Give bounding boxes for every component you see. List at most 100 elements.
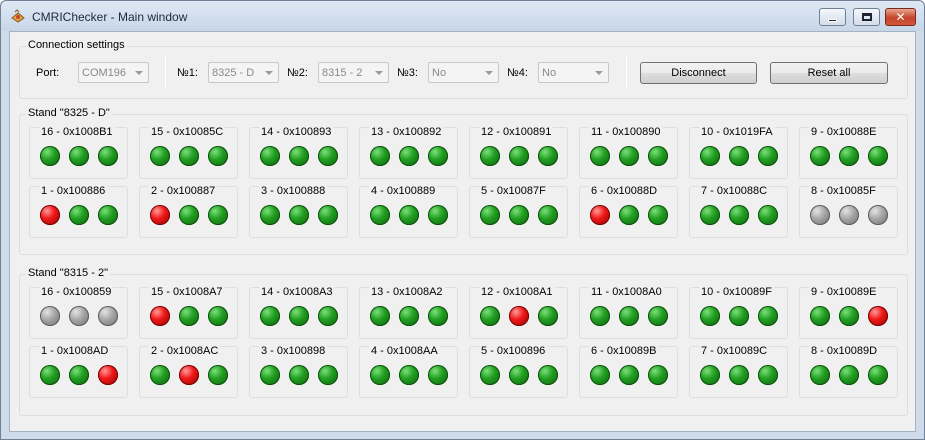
status-led-icon [509, 306, 529, 326]
chevron-down-icon [261, 65, 276, 80]
node-cell: 8 - 0x10089D [799, 345, 898, 398]
status-led-icon [69, 205, 89, 225]
node-cell: 5 - 0x10087F [469, 185, 568, 238]
status-led-icon [729, 205, 749, 225]
status-led-icon [260, 365, 280, 385]
stand-label: Stand "8315 - 2" [26, 267, 110, 279]
status-led-icon [619, 205, 639, 225]
status-led-icon [729, 365, 749, 385]
node-label: 15 - 0x1008A7 [149, 286, 225, 298]
node-cell: 15 - 0x1008A7 [139, 286, 238, 339]
node-label: 16 - 0x1008B1 [39, 126, 115, 138]
client-area: Connection settings Port: COM196 №1: 832… [9, 31, 916, 432]
node-cell: 2 - 0x1008AC [139, 345, 238, 398]
stand-group: Stand "8325 - D" 16 - 0x1008B1 15 - 0x100… [19, 107, 908, 255]
node-cell: 9 - 0x10089E [799, 286, 898, 339]
node-label: 1 - 0x1008AD [39, 345, 111, 357]
status-led-icon [150, 306, 170, 326]
status-led-icon [40, 365, 60, 385]
node-cell: 7 - 0x10088C [689, 185, 788, 238]
stand-label: Stand "8325 - D" [26, 107, 112, 119]
status-led-icon [590, 146, 610, 166]
node-label: 4 - 0x100889 [369, 185, 438, 197]
node-cell: 8 - 0x10085F [799, 185, 898, 238]
chevron-down-icon [371, 65, 386, 80]
reset-all-button[interactable]: Reset all [770, 62, 888, 84]
n1-select[interactable]: 8325 - D [208, 62, 279, 83]
n1-select-value: 8325 - D [212, 67, 255, 79]
status-led-icon [370, 146, 390, 166]
status-led-icon [590, 365, 610, 385]
node-label: 2 - 0x100887 [149, 185, 218, 197]
status-led-icon [758, 365, 778, 385]
close-icon: ✕ [895, 10, 906, 24]
node-label: 7 - 0x10089C [699, 345, 770, 357]
node-cell: 9 - 0x10088E [799, 126, 898, 179]
node-cell: 12 - 0x100891 [469, 126, 568, 179]
status-led-icon [69, 365, 89, 385]
status-led-icon [648, 205, 668, 225]
status-led-icon [399, 205, 419, 225]
status-led-icon [69, 306, 89, 326]
n1-label: №1: [177, 67, 198, 79]
node-cell: 15 - 0x10085C [139, 126, 238, 179]
node-label: 4 - 0x1008AA [369, 345, 440, 357]
status-led-icon [370, 365, 390, 385]
status-led-icon [868, 306, 888, 326]
node-label: 11 - 0x1008A0 [589, 286, 664, 298]
node-cell: 6 - 0x10089B [579, 345, 678, 398]
status-led-icon [839, 146, 859, 166]
status-led-icon [700, 146, 720, 166]
status-led-icon [810, 306, 830, 326]
node-cell: 1 - 0x100886 [29, 185, 128, 238]
status-led-icon [399, 146, 419, 166]
status-led-icon [590, 205, 610, 225]
status-led-icon [208, 306, 228, 326]
n4-select[interactable]: No [538, 62, 609, 83]
node-cell: 5 - 0x100896 [469, 345, 568, 398]
status-led-icon [399, 306, 419, 326]
status-led-icon [260, 146, 280, 166]
node-cell: 2 - 0x100887 [139, 185, 238, 238]
n2-select[interactable]: 8315 - 2 [318, 62, 389, 83]
status-led-icon [150, 146, 170, 166]
node-label: 3 - 0x100888 [259, 185, 328, 197]
window-title: CMRIChecker - Main window [32, 10, 188, 24]
status-led-icon [40, 146, 60, 166]
node-cell: 6 - 0x10088D [579, 185, 678, 238]
status-led-icon [69, 146, 89, 166]
status-led-icon [538, 205, 558, 225]
status-led-icon [399, 365, 419, 385]
separator [165, 56, 166, 88]
status-led-icon [318, 306, 338, 326]
status-led-icon [428, 205, 448, 225]
port-select[interactable]: COM196 [78, 62, 149, 83]
stand-group: Stand "8315 - 2" 16 - 0x100859 15 - 0x100… [19, 267, 908, 416]
status-led-icon [179, 205, 199, 225]
status-led-icon [538, 365, 558, 385]
node-cell: 4 - 0x1008AA [359, 345, 458, 398]
disconnect-button[interactable]: Disconnect [640, 62, 757, 84]
chevron-down-icon [591, 65, 606, 80]
status-led-icon [700, 306, 720, 326]
node-cell: 10 - 0x10089F [689, 286, 788, 339]
node-label: 6 - 0x10089B [589, 345, 659, 357]
status-led-icon [179, 365, 199, 385]
node-cell: 3 - 0x100898 [249, 345, 348, 398]
maximize-button[interactable] [853, 8, 880, 26]
minimize-button[interactable] [819, 8, 846, 26]
status-led-icon [208, 365, 228, 385]
title-bar[interactable]: CMRIChecker - Main window ✕ [1, 1, 924, 31]
status-led-icon [810, 205, 830, 225]
status-led-icon [648, 306, 668, 326]
node-label: 3 - 0x100898 [259, 345, 328, 357]
status-led-icon [208, 205, 228, 225]
node-label: 10 - 0x1019FA [699, 126, 775, 138]
status-led-icon [428, 365, 448, 385]
status-led-icon [179, 146, 199, 166]
n3-select[interactable]: No [428, 62, 499, 83]
close-button[interactable]: ✕ [885, 8, 916, 26]
status-led-icon [289, 365, 309, 385]
node-label: 13 - 0x100892 [369, 126, 444, 138]
status-led-icon [289, 205, 309, 225]
